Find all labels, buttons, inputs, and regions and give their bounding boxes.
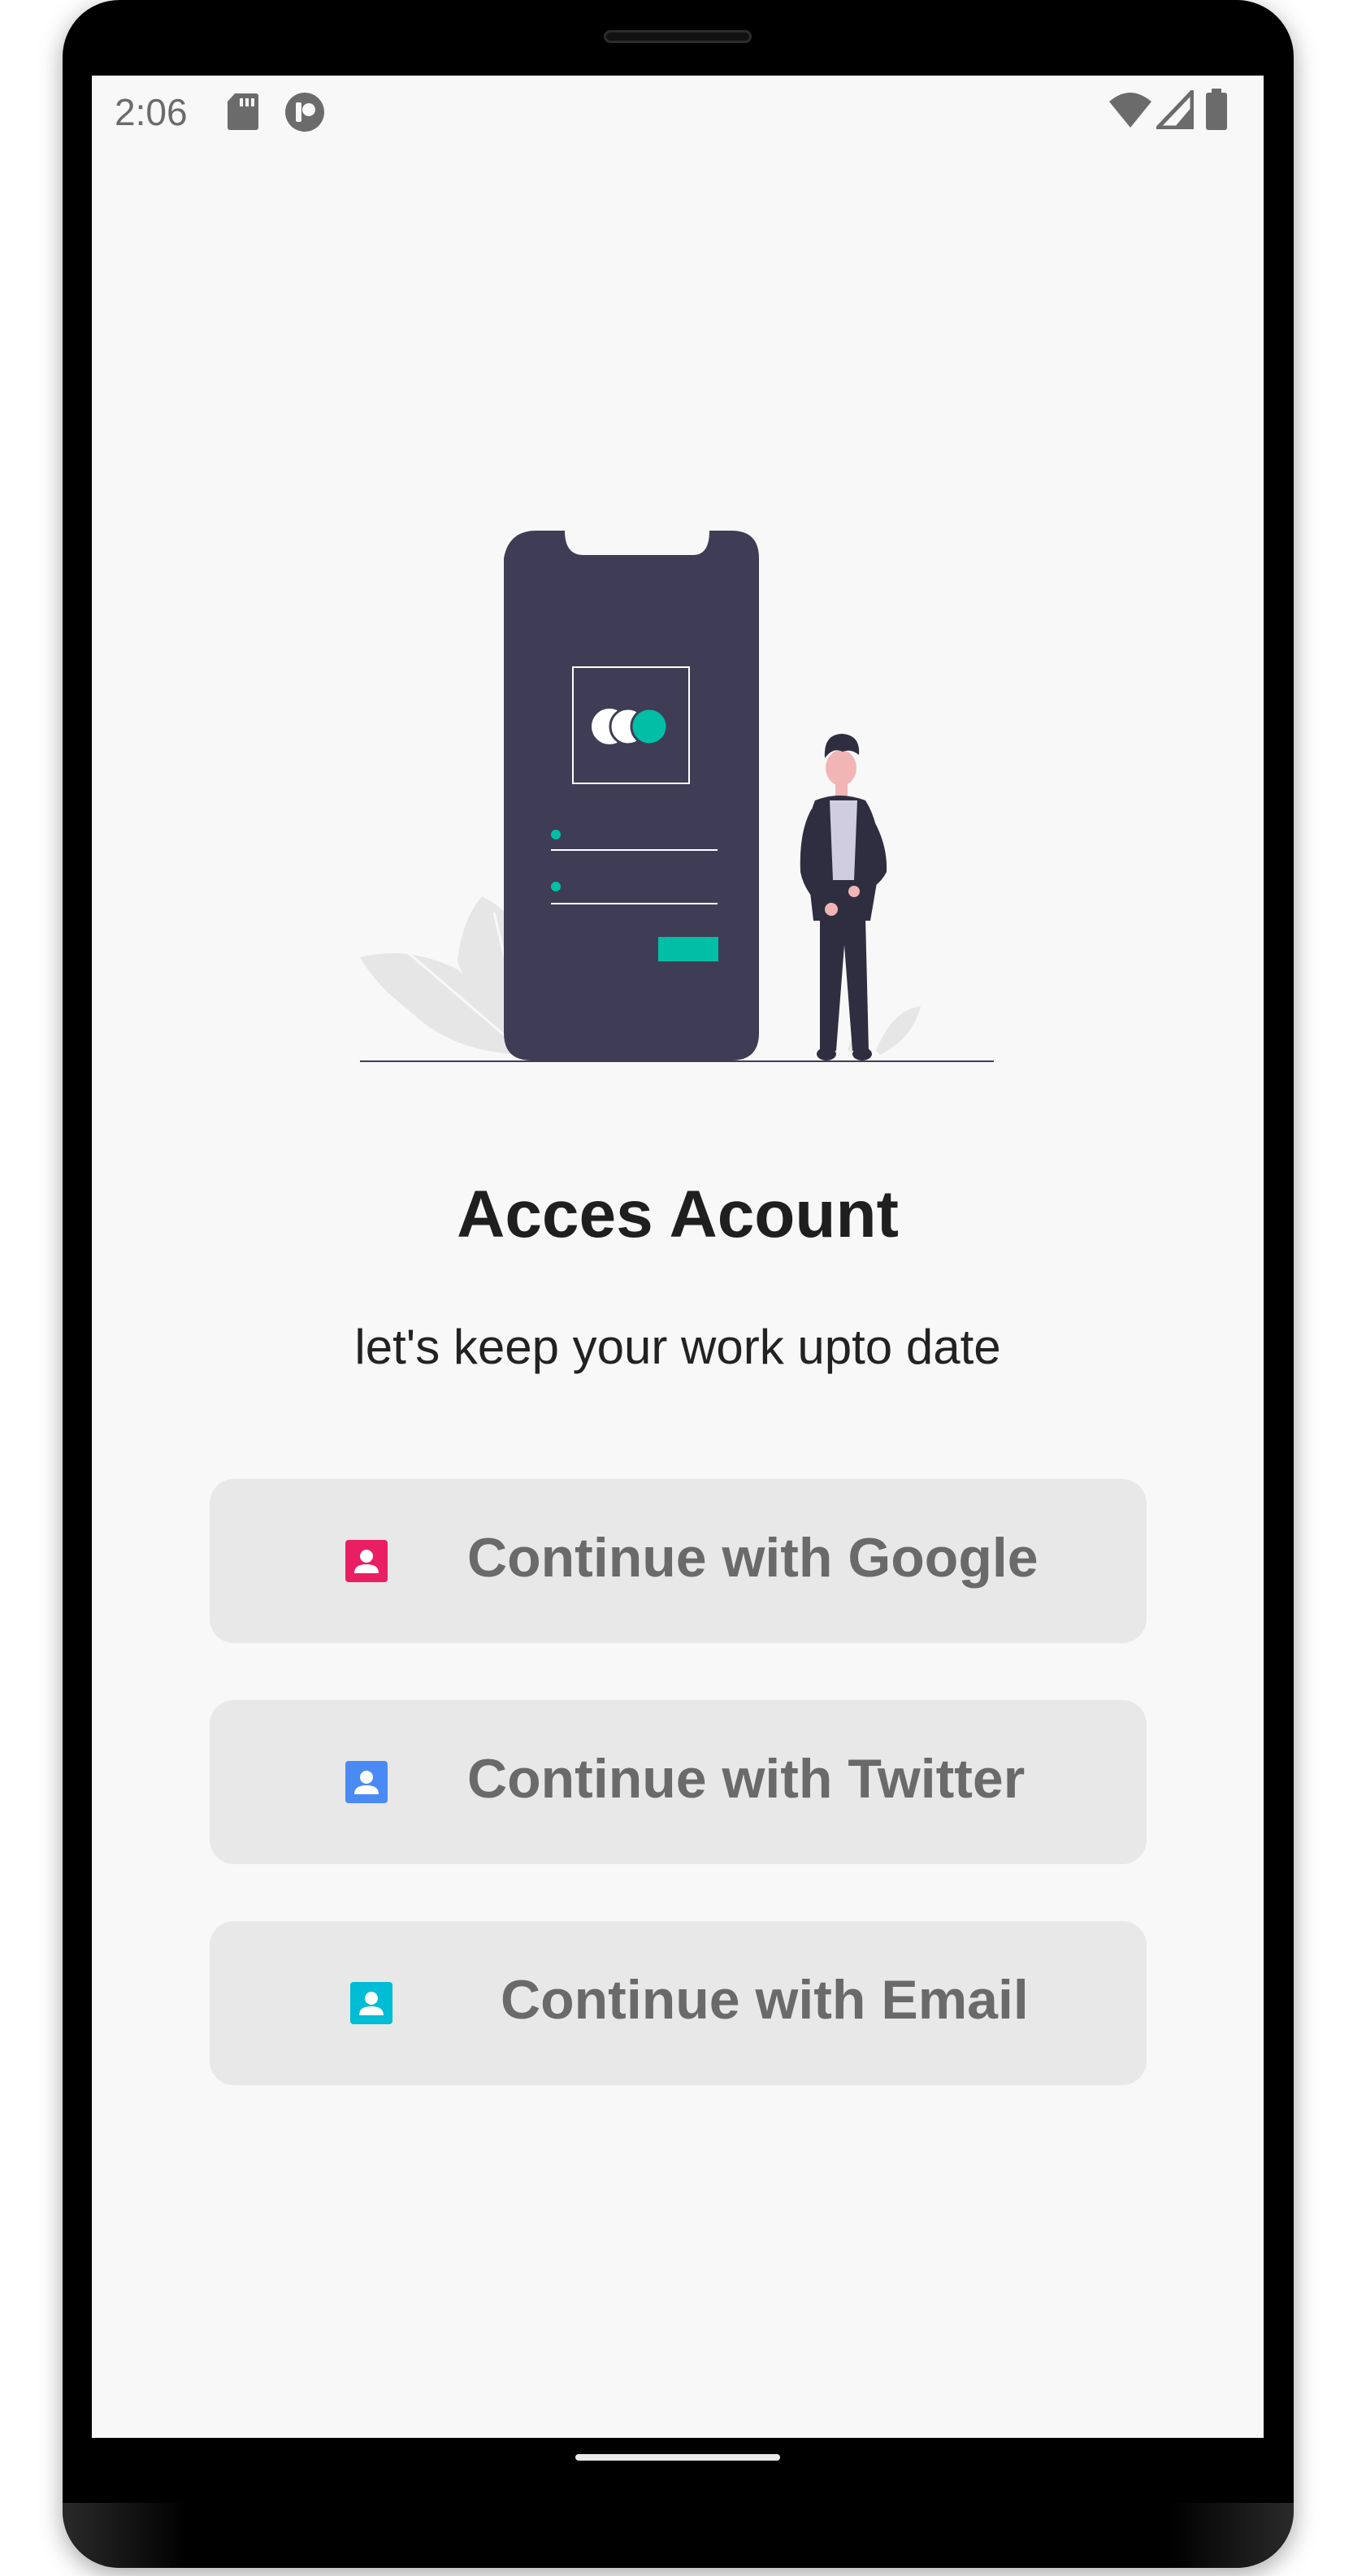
continue-with-email-button[interactable]: Continue with Email [210,1921,1147,2085]
page-title: Acces Acount [457,1177,899,1251]
speaker-grille [604,30,752,43]
account-box-icon [345,1761,388,1803]
continue-with-twitter-button[interactable]: Continue with Twitter [210,1700,1147,1864]
account-box-icon [345,1540,388,1582]
device-bottom-edge [63,2503,1294,2568]
app-screen: 2:06 Acces Acount let's keep your work u… [92,76,1264,2438]
page-subtitle: let's keep your work upto date [354,1320,1001,1374]
sd-card-icon [227,92,259,135]
continue-with-twitter-label: Continue with Twitter [467,1748,1026,1810]
signal-icon [1156,89,1195,133]
wifi-icon [1108,90,1153,133]
sync-icon [284,92,325,137]
battery-icon [1205,89,1228,135]
status-time: 2:06 [115,91,188,133]
status-bar: 2:06 [92,76,1264,150]
continue-with-email-label: Continue with Email [501,1969,1029,2031]
login-illustration [360,490,1010,1075]
continue-with-google-label: Continue with Google [467,1527,1039,1589]
account-box-icon [350,1982,392,2024]
home-indicator[interactable] [575,2454,780,2461]
continue-with-google-button[interactable]: Continue with Google [210,1479,1147,1643]
